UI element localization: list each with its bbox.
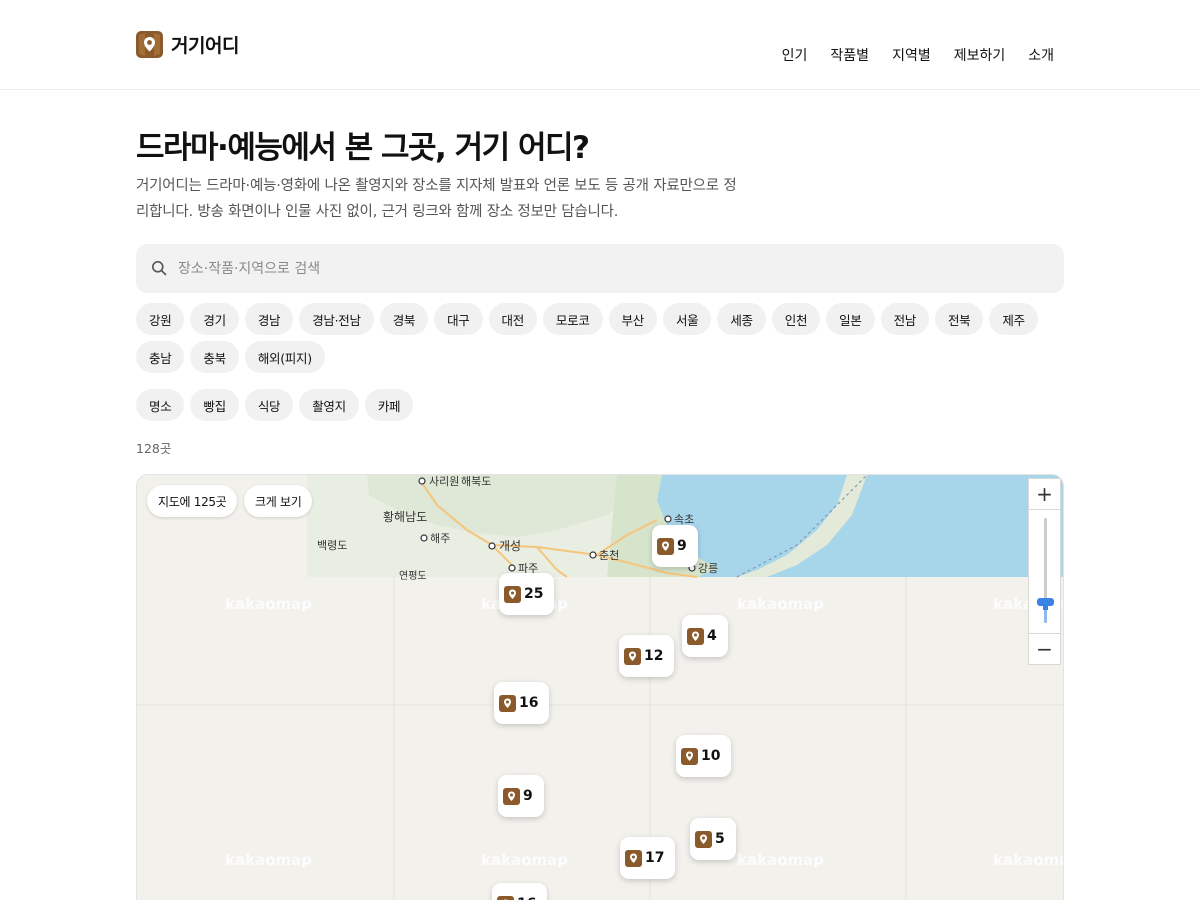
- region-chip-gyeonggi[interactable]: 경기: [190, 303, 239, 335]
- kakaomap-watermark: kakaomap: [737, 851, 824, 869]
- zoom-out-button[interactable]: −: [1028, 633, 1061, 665]
- category-chip-restaurant[interactable]: 식당: [244, 389, 294, 421]
- region-chip-japan[interactable]: 일본: [826, 303, 875, 335]
- map-cluster-marker[interactable]: 12: [619, 635, 675, 677]
- region-chip-jeju[interactable]: 제주: [989, 303, 1038, 335]
- region-chip-chungnam[interactable]: 충남: [136, 341, 185, 373]
- region-chip-busan[interactable]: 부산: [608, 303, 657, 335]
- kakaomap-watermark: kakaomap: [481, 851, 568, 869]
- map-cluster-marker[interactable]: 10: [676, 735, 732, 777]
- nav-popular[interactable]: 인기: [782, 45, 808, 65]
- map-label-sariwon: 사리원: [429, 475, 459, 488]
- region-chip-gangwon[interactable]: 강원: [136, 303, 185, 335]
- map-pin-icon: [503, 787, 520, 805]
- kakaomap-watermark: kakaomap: [737, 595, 824, 613]
- region-chip-jeonnam[interactable]: 전남: [880, 303, 929, 335]
- zoom-control: + −: [1028, 478, 1061, 665]
- map-pin-icon: [695, 830, 712, 848]
- marker-count: 9: [523, 788, 533, 804]
- region-chip-overseas-fiji[interactable]: 해외(피지): [244, 341, 325, 373]
- map-cluster-marker[interactable]: 9: [498, 775, 544, 817]
- logo-text: 거기어디: [171, 35, 239, 57]
- category-chip-cafe[interactable]: 카페: [364, 389, 414, 421]
- map-label-chuncheon: 춘천: [599, 548, 619, 562]
- map-cluster-marker[interactable]: 25: [499, 573, 555, 615]
- marker-count: 12: [644, 648, 664, 664]
- region-chip-seoul[interactable]: 서울: [662, 303, 712, 335]
- region-chip-sejong[interactable]: 세종: [717, 303, 766, 335]
- region-chip-daegu[interactable]: 대구: [434, 303, 483, 335]
- map-label-gaeseong: 개성: [499, 539, 521, 553]
- map-pin-icon: [681, 747, 698, 765]
- map-label-yeonpyeongdo: 연평도: [399, 570, 427, 582]
- map-view[interactable]: 사리원 해북도 황해남도 해주 백령도 개성 파주 춘천 속초 강릉 연평도 k…: [136, 474, 1064, 900]
- map-cluster-marker[interactable]: 16: [492, 883, 548, 900]
- zoom-slider-handle[interactable]: [1037, 598, 1054, 610]
- page-description: 거기어디는 드라마·예능·영화에 나온 촬영지와 장소를 지자체 발표와 언론 …: [136, 178, 737, 220]
- map-pin-icon: [504, 585, 521, 603]
- region-filter-list: 강원 경기 경남 경남·전남 경북 대구 대전 모로코 부산 서울 세종 인천 …: [136, 303, 1064, 373]
- marker-count: 9: [677, 538, 687, 554]
- zoom-in-button[interactable]: +: [1028, 478, 1061, 510]
- region-chip-daejeon[interactable]: 대전: [488, 303, 537, 335]
- map-pin-logo-icon: [136, 31, 163, 58]
- map-cluster-marker[interactable]: 5: [690, 818, 736, 860]
- region-chip-gyeongnam-jeonnam[interactable]: 경남·전남: [299, 303, 374, 335]
- search-input[interactable]: [178, 244, 1048, 293]
- marker-count: 10: [701, 748, 721, 764]
- marker-count: 16: [519, 695, 539, 711]
- category-chip-filming-site[interactable]: 촬영지: [299, 389, 359, 421]
- region-chip-jeonbuk[interactable]: 전북: [934, 303, 984, 335]
- nav-by-region[interactable]: 지역별: [892, 45, 931, 65]
- map-label-baengnyeongdo: 백령도: [317, 539, 347, 552]
- map-pin-icon: [625, 849, 642, 867]
- result-count: 128곳: [136, 441, 172, 456]
- map-pin-icon: [624, 647, 641, 665]
- marker-count: 16: [517, 896, 536, 900]
- map-label-hwanghaenamdo: 황해남도: [383, 510, 427, 524]
- region-chip-chungbuk[interactable]: 충북: [190, 341, 239, 373]
- site-header: 거기어디 인기 작품별 지역별 제보하기 소개: [0, 0, 1200, 90]
- map-label-haeju: 해주: [430, 531, 450, 545]
- page-title: 드라마·예능에서 본 그곳, 거기 어디?: [136, 130, 590, 166]
- map-cluster-marker[interactable]: 4: [682, 615, 728, 657]
- zoom-slider[interactable]: [1028, 510, 1061, 633]
- logo-link[interactable]: 거기어디: [136, 31, 239, 58]
- category-chip-bakery[interactable]: 빵집: [190, 389, 239, 421]
- map-cluster-marker[interactable]: 9: [652, 525, 698, 567]
- kakaomap-watermark: kakaomap: [225, 595, 312, 613]
- map-tiles: 사리원 해북도 황해남도 해주 백령도 개성 파주 춘천 속초 강릉 연평도 k…: [137, 475, 1064, 900]
- region-chip-incheon[interactable]: 인천: [771, 303, 821, 335]
- category-chip-attraction[interactable]: 명소: [136, 389, 185, 421]
- marker-count: 4: [707, 628, 717, 644]
- map-pin-icon: [497, 895, 514, 900]
- nav-by-work[interactable]: 작품별: [830, 45, 869, 65]
- kakaomap-watermark: kakaomap: [993, 851, 1064, 869]
- nav-report[interactable]: 제보하기: [954, 45, 1006, 65]
- map-cluster-marker[interactable]: 17: [620, 837, 676, 879]
- search-icon: [152, 261, 167, 276]
- category-filter-list: 명소 빵집 식당 촬영지 카페: [136, 389, 1064, 421]
- map-expand-button[interactable]: 크게 보기: [244, 485, 313, 517]
- region-chip-gyeongbuk[interactable]: 경북: [379, 303, 429, 335]
- map-pin-icon: [499, 694, 516, 712]
- region-chip-morocco[interactable]: 모로코: [542, 303, 603, 335]
- search-bar: [136, 244, 1064, 293]
- kakaomap-watermark: kakaomap: [225, 851, 312, 869]
- region-chip-gyeongnam[interactable]: 경남: [244, 303, 294, 335]
- nav-about[interactable]: 소개: [1028, 45, 1054, 65]
- map-pin-icon: [687, 627, 704, 645]
- map-cluster-marker[interactable]: 16: [494, 682, 550, 724]
- map-count-button[interactable]: 지도에 125곳: [147, 485, 238, 517]
- map-label-haebukdo: 해북도: [461, 475, 491, 488]
- marker-count: 5: [715, 831, 725, 847]
- main-nav: 인기 작품별 지역별 제보하기 소개: [759, 45, 1054, 65]
- marker-count: 25: [524, 586, 544, 602]
- marker-count: 17: [645, 850, 665, 866]
- map-pin-icon: [657, 537, 674, 555]
- map-label-gangneung: 강릉: [698, 562, 718, 575]
